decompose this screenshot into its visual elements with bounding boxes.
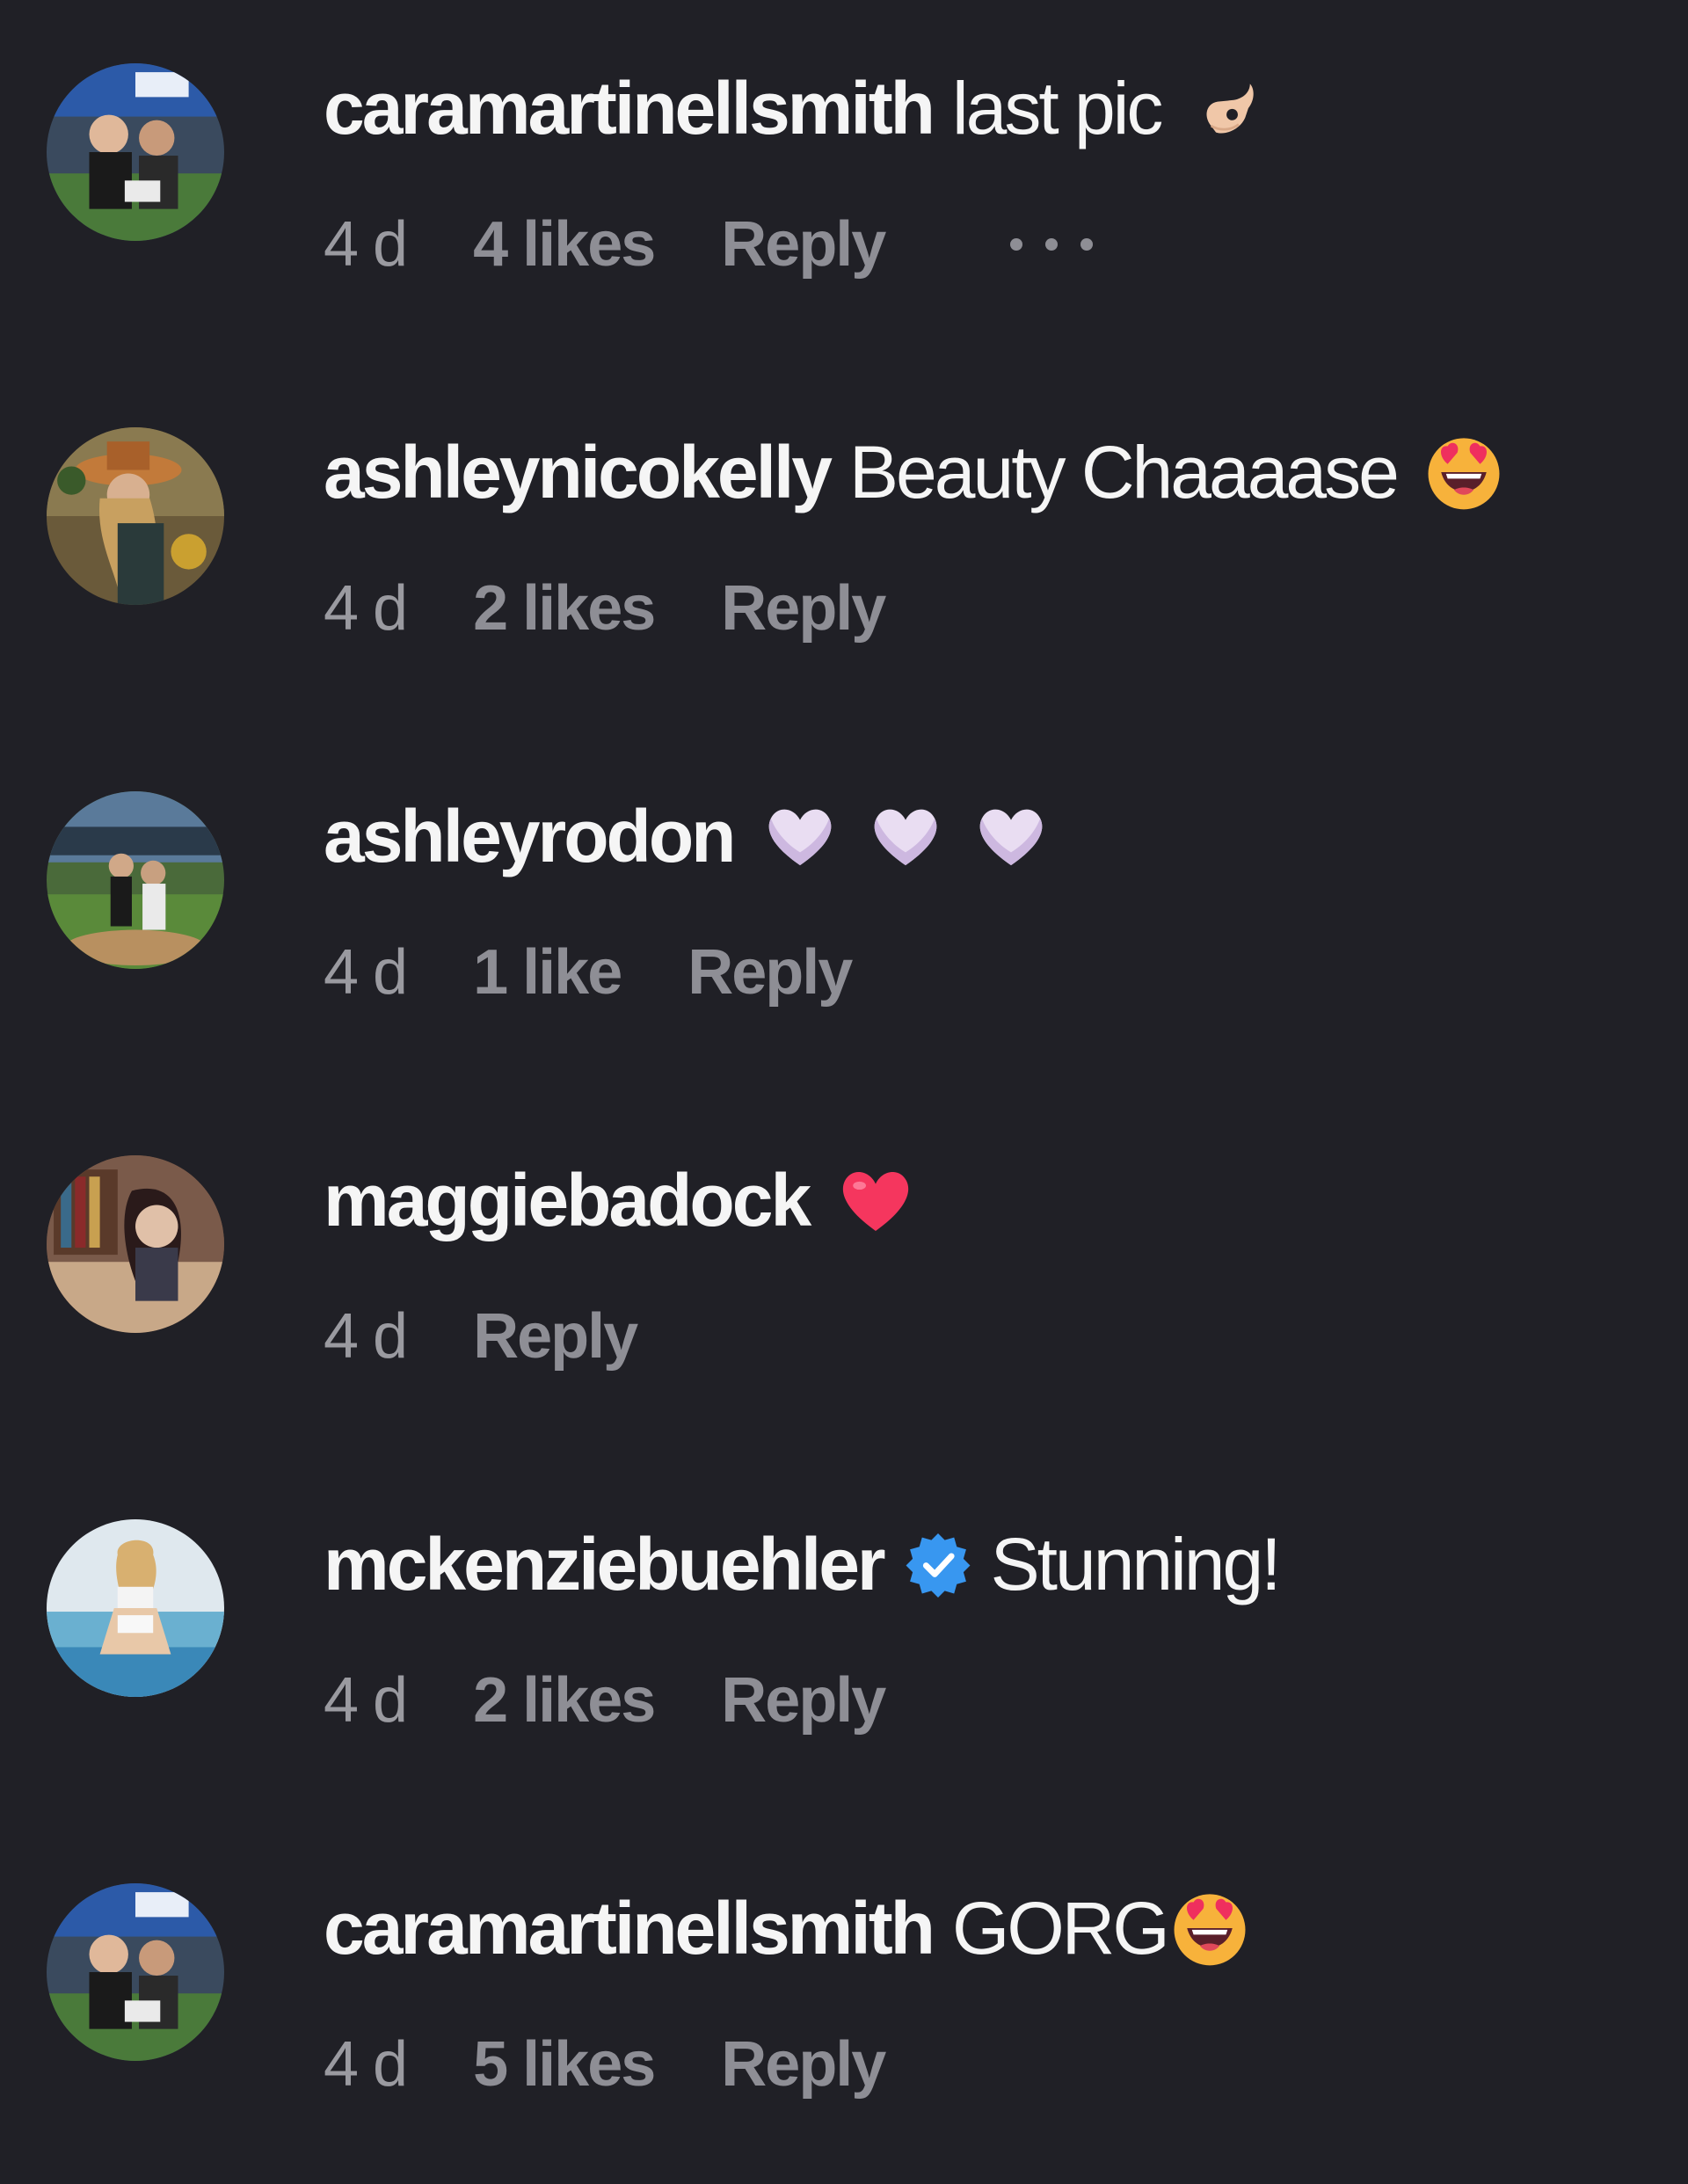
verified-badge-icon bbox=[905, 1531, 971, 1598]
comment-item: caramartinellsmith GORG 4 d 5 likes Repl… bbox=[0, 1820, 1688, 2184]
reply-button[interactable]: Reply bbox=[721, 1664, 886, 1736]
avatar[interactable] bbox=[47, 1519, 224, 1697]
likes-count[interactable]: 5 likes bbox=[473, 2028, 656, 2100]
username[interactable]: maggiebadock bbox=[324, 1158, 811, 1243]
comment-time: 4 d bbox=[324, 2029, 408, 2100]
white-heart-icon bbox=[971, 796, 1051, 877]
likes-count[interactable]: 4 likes bbox=[473, 208, 656, 280]
comment-item: ashleynicokelly Beauty Chaaaase 4 d 2 li… bbox=[0, 364, 1688, 728]
red-heart-icon bbox=[835, 1160, 916, 1241]
username[interactable]: caramartinellsmith bbox=[324, 66, 935, 151]
comment-text: Stunning! bbox=[990, 1522, 1282, 1605]
heart-eyes-icon bbox=[1423, 432, 1504, 513]
comment-time: 4 d bbox=[324, 573, 408, 644]
avatar-photo bbox=[47, 1519, 224, 1697]
username[interactable]: caramartinellsmith bbox=[324, 1886, 935, 1971]
avatar[interactable] bbox=[47, 427, 224, 605]
avatar[interactable] bbox=[47, 1155, 224, 1333]
likes-count[interactable]: 1 like bbox=[473, 936, 622, 1008]
white-heart-icon bbox=[760, 796, 840, 877]
username[interactable]: ashleynicokelly bbox=[324, 430, 833, 515]
likes-count[interactable]: 2 likes bbox=[473, 1664, 656, 1736]
avatar-photo bbox=[47, 1883, 224, 2061]
more-options-icon[interactable] bbox=[1004, 231, 1099, 258]
comment-text: GORG bbox=[951, 1886, 1170, 1969]
ok-hand-icon bbox=[1187, 68, 1268, 149]
white-heart-icon bbox=[865, 796, 946, 877]
comment-item: caramartinellsmith last pic 4 d 4 likes … bbox=[0, 0, 1688, 364]
username[interactable]: mckenziebuehler bbox=[324, 1522, 886, 1607]
comment-time: 4 d bbox=[324, 209, 408, 280]
reply-button[interactable]: Reply bbox=[721, 208, 886, 280]
comment-item: ashleyrodon 4 d 1 like Reply bbox=[0, 728, 1688, 1092]
comment-item: mckenziebuehler Stunning! 4 d 2 likes Re… bbox=[0, 1456, 1688, 1820]
avatar[interactable] bbox=[47, 1883, 224, 2061]
comment-item: maggiebadock 4 d Reply bbox=[0, 1092, 1688, 1456]
comment-text: Beauty Chaaaase bbox=[849, 430, 1400, 513]
heart-eyes-icon bbox=[1169, 1888, 1250, 1969]
comment-time: 4 d bbox=[324, 1301, 408, 1372]
reply-button[interactable]: Reply bbox=[721, 572, 886, 644]
reply-button[interactable]: Reply bbox=[473, 1300, 638, 1372]
reply-button[interactable]: Reply bbox=[721, 2028, 886, 2100]
comment-text: last pic bbox=[951, 66, 1163, 149]
comment-time: 4 d bbox=[324, 1665, 408, 1736]
avatar-photo bbox=[47, 63, 224, 241]
avatar[interactable] bbox=[47, 63, 224, 241]
username[interactable]: ashleyrodon bbox=[324, 794, 736, 879]
avatar-photo bbox=[47, 1155, 224, 1333]
likes-count[interactable]: 2 likes bbox=[473, 572, 656, 644]
comment-time: 4 d bbox=[324, 937, 408, 1008]
avatar-photo bbox=[47, 427, 224, 605]
avatar-photo bbox=[47, 791, 224, 969]
avatar[interactable] bbox=[47, 791, 224, 969]
reply-button[interactable]: Reply bbox=[688, 936, 853, 1008]
